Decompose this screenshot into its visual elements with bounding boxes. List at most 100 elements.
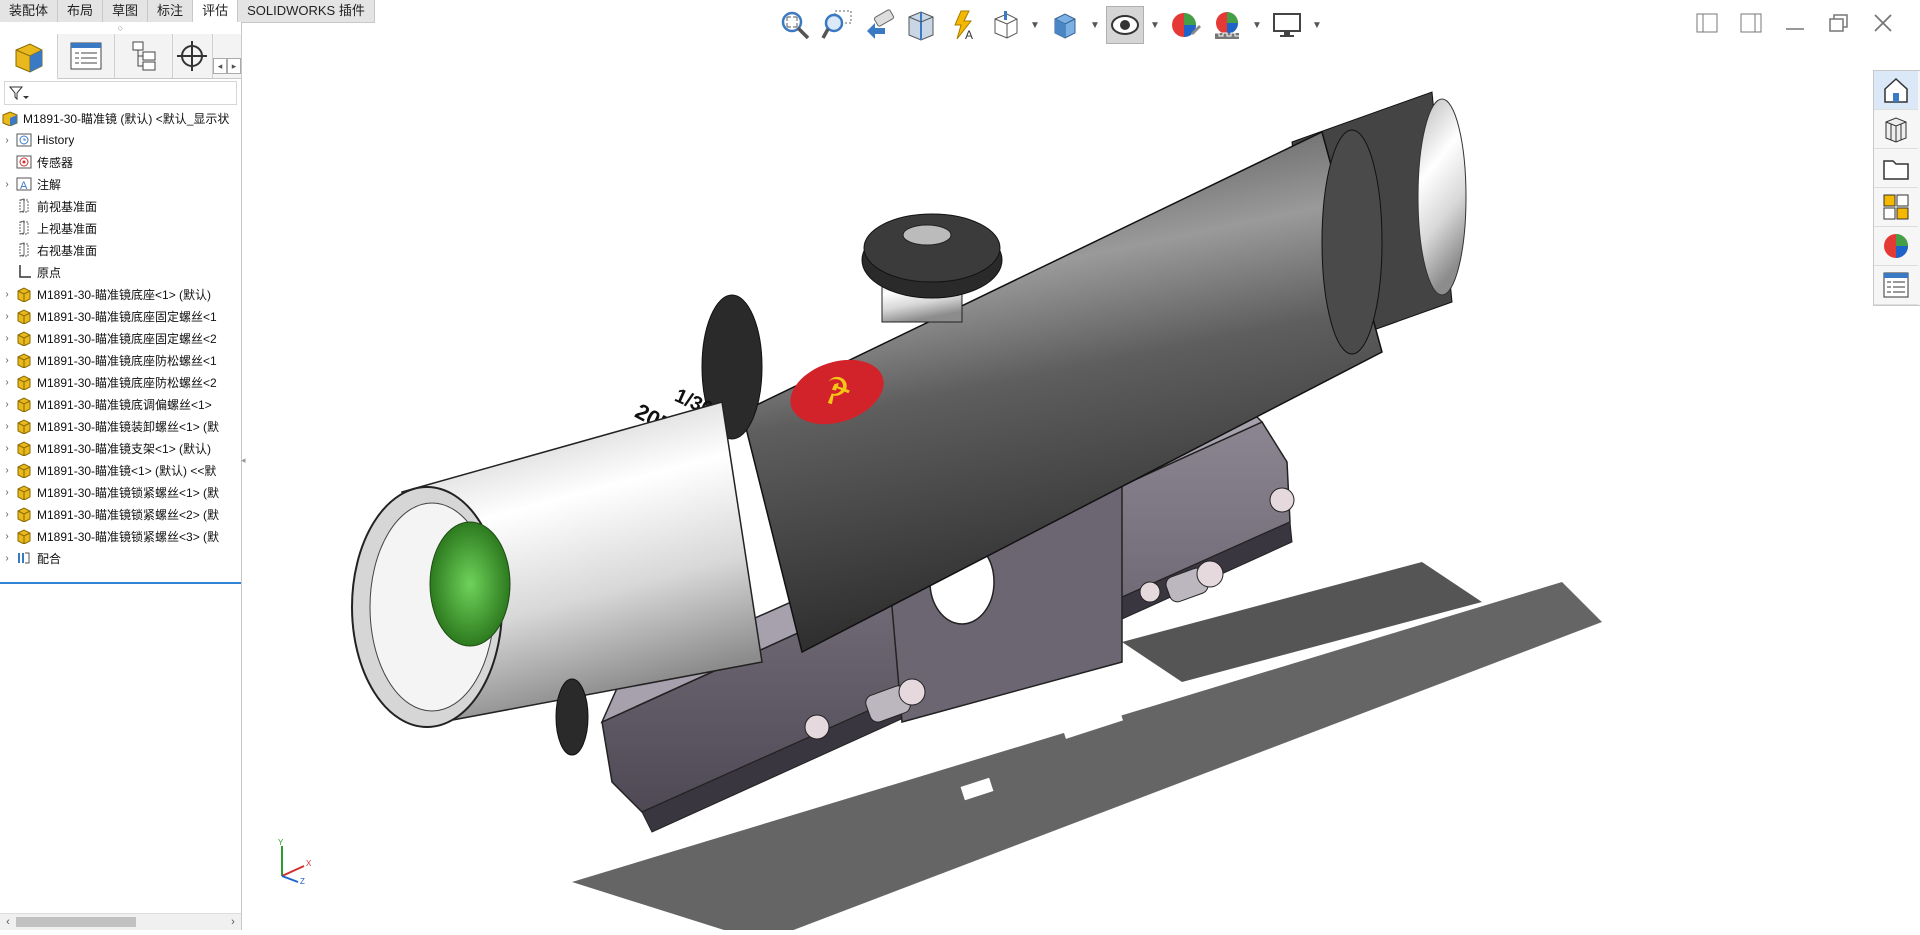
tab-assembly[interactable]: 装配体 xyxy=(0,0,59,22)
view-palette-icon[interactable] xyxy=(1874,188,1918,227)
scroll-right-icon[interactable]: ▸ xyxy=(226,58,241,74)
task-pane xyxy=(1873,70,1920,306)
configuration-manager-tab[interactable] xyxy=(115,34,173,78)
tab-layout[interactable]: 布局 xyxy=(58,0,104,22)
expand-arrow-icon[interactable]: › xyxy=(0,509,14,520)
tree-item-label: M1891-30-瞄准镜底座防松螺丝<2 xyxy=(37,375,217,390)
part-icon xyxy=(14,329,34,347)
expand-arrow-icon[interactable]: › xyxy=(0,531,14,542)
expand-arrow-icon[interactable]: › xyxy=(0,311,14,322)
tab-markup[interactable]: 标注 xyxy=(148,0,194,22)
expand-arrow-icon[interactable]: › xyxy=(0,399,14,410)
part-icon xyxy=(14,307,34,325)
tree-item[interactable]: 上视基准面 xyxy=(0,217,241,239)
tree-item[interactable]: › M1891-30-瞄准镜锁紧螺丝<3> (默 xyxy=(0,525,241,547)
tree-item-label: M1891-30-瞄准镜底座防松螺丝<1 xyxy=(37,353,217,368)
tree-item-label: M1891-30-瞄准镜底调偏螺丝<1> xyxy=(37,397,212,412)
expand-arrow-icon[interactable]: › xyxy=(0,355,14,366)
tree-item[interactable]: 传感器 xyxy=(0,151,241,173)
plane-icon xyxy=(14,197,34,215)
tree-item[interactable]: › M1891-30-瞄准镜底调偏螺丝<1> xyxy=(0,393,241,415)
manager-tabs: ◂ ▸ xyxy=(0,34,241,80)
feature-tree: M1891-30-瞄准镜 (默认) <默认_显示状 › History 传感器 › A 注… xyxy=(0,107,241,569)
tree-item[interactable]: 右视基准面 xyxy=(0,239,241,261)
part-icon xyxy=(14,483,34,501)
feature-manager-panel: ○ ◂ ▸ M1891-30-瞄准镜 (默认) <默认_显示状 › History 传… xyxy=(0,22,242,930)
part-icon xyxy=(14,527,34,545)
solidworks-resources-icon[interactable] xyxy=(1874,71,1918,110)
tree-item[interactable]: › M1891-30-瞄准镜锁紧螺丝<1> (默 xyxy=(0,481,241,503)
tree-item[interactable]: › History xyxy=(0,129,241,151)
graphics-area[interactable]: ☭ 1/30 2051201 xyxy=(242,22,1920,935)
tree-item-label: 前视基准面 xyxy=(37,199,98,214)
expand-arrow-icon[interactable]: › xyxy=(0,289,14,300)
tree-item[interactable]: › M1891-30-瞄准镜底座固定螺丝<1 xyxy=(0,305,241,327)
tree-item[interactable]: › M1891-30-瞄准镜底座防松螺丝<1 xyxy=(0,349,241,371)
tree-item-label: M1891-30-瞄准镜支架<1> (默认) xyxy=(37,441,212,456)
tree-item-label: M1891-30-瞄准镜锁紧螺丝<2> (默 xyxy=(37,507,220,522)
expand-arrow-icon[interactable]: › xyxy=(0,179,14,190)
triad-z-label: Z xyxy=(300,877,305,886)
tree-item[interactable]: › M1891-30-瞄准镜锁紧螺丝<2> (默 xyxy=(0,503,241,525)
panel-grip[interactable]: ○ xyxy=(0,22,241,34)
expand-arrow-icon[interactable]: › xyxy=(0,421,14,432)
tree-item[interactable]: › M1891-30-瞄准镜装卸螺丝<1> (默 xyxy=(0,415,241,437)
triad-x-label: X xyxy=(306,859,312,868)
scope-model: ☭ 1/30 2051201 xyxy=(351,91,1602,935)
appearances-scenes-icon[interactable] xyxy=(1874,227,1918,266)
mates-icon xyxy=(14,549,34,567)
filter-icon[interactable] xyxy=(9,85,29,101)
scroll-left-arrow-icon[interactable]: ‹ xyxy=(0,914,16,930)
tree-item-label: M1891-30-瞄准镜装卸螺丝<1> (默 xyxy=(37,419,220,434)
tree-item-label: 传感器 xyxy=(37,155,74,170)
expand-arrow-icon[interactable]: › xyxy=(0,333,14,344)
tab-sketch[interactable]: 草图 xyxy=(103,0,149,22)
expand-arrow-icon[interactable]: › xyxy=(0,135,14,146)
plane-icon xyxy=(14,241,34,259)
tab-solidworks-addins[interactable]: SOLIDWORKS 插件 xyxy=(238,0,375,22)
tree-item[interactable]: › M1891-30-瞄准镜底座防松螺丝<2 xyxy=(0,371,241,393)
command-manager-tabs: 装配体 布局 草图 标注 评估 SOLIDWORKS 插件 xyxy=(0,0,375,23)
part-icon xyxy=(14,439,34,457)
tree-item[interactable]: › A 注解 xyxy=(0,173,241,195)
design-library-icon[interactable] xyxy=(1874,110,1918,149)
tree-item[interactable]: › M1891-30-瞄准镜底座固定螺丝<2 xyxy=(0,327,241,349)
tree-item-label: 注解 xyxy=(37,177,62,192)
tree-item-label: M1891-30-瞄准镜底座<1> (默认) xyxy=(37,287,212,302)
tree-item[interactable]: 原点 xyxy=(0,261,241,283)
expand-arrow-icon[interactable]: › xyxy=(0,553,14,564)
tab-evaluate[interactable]: 评估 xyxy=(193,0,239,22)
tree-item[interactable]: › M1891-30-瞄准镜支架<1> (默认) xyxy=(0,437,241,459)
tree-item[interactable]: › M1891-30-瞄准镜底座<1> (默认) xyxy=(0,283,241,305)
property-manager-tab[interactable] xyxy=(58,34,116,78)
tree-filter[interactable] xyxy=(4,81,237,105)
expand-arrow-icon[interactable]: › xyxy=(0,377,14,388)
tree-item[interactable]: › 配合 xyxy=(0,547,241,569)
tree-item-label: 原点 xyxy=(37,265,62,280)
expand-arrow-icon[interactable]: › xyxy=(0,443,14,454)
custom-properties-icon[interactable] xyxy=(1874,266,1918,305)
tree-item-label: 上视基准面 xyxy=(37,221,98,236)
tree-item-label: 配合 xyxy=(37,551,62,566)
tree-horizontal-scrollbar[interactable]: ‹ › xyxy=(0,913,241,930)
scroll-right-arrow-icon[interactable]: › xyxy=(225,914,241,930)
feature-manager-tab[interactable] xyxy=(0,34,58,80)
tree-root-assembly[interactable]: M1891-30-瞄准镜 (默认) <默认_显示状 xyxy=(0,107,241,129)
tree-item-label: M1891-30-瞄准镜底座固定螺丝<1 xyxy=(37,309,217,324)
annotation-icon: A xyxy=(14,175,34,193)
tree-item-label: M1891-30-瞄准镜<1> (默认) <<默 xyxy=(37,463,217,478)
scrollbar-thumb[interactable] xyxy=(16,917,136,927)
scroll-left-icon[interactable]: ◂ xyxy=(212,58,227,74)
dimxpert-manager-tab[interactable] xyxy=(173,34,213,78)
assembly-icon xyxy=(0,109,20,127)
part-icon xyxy=(14,461,34,479)
tree-selection-line xyxy=(0,582,241,584)
expand-arrow-icon[interactable]: › xyxy=(0,487,14,498)
sensor-icon xyxy=(14,153,34,171)
expand-arrow-icon[interactable]: › xyxy=(0,465,14,476)
tree-item[interactable]: › M1891-30-瞄准镜<1> (默认) <<默 xyxy=(0,459,241,481)
tree-item[interactable]: 前视基准面 xyxy=(0,195,241,217)
part-icon xyxy=(14,285,34,303)
file-explorer-icon[interactable] xyxy=(1874,149,1918,188)
origin-icon xyxy=(14,263,34,281)
